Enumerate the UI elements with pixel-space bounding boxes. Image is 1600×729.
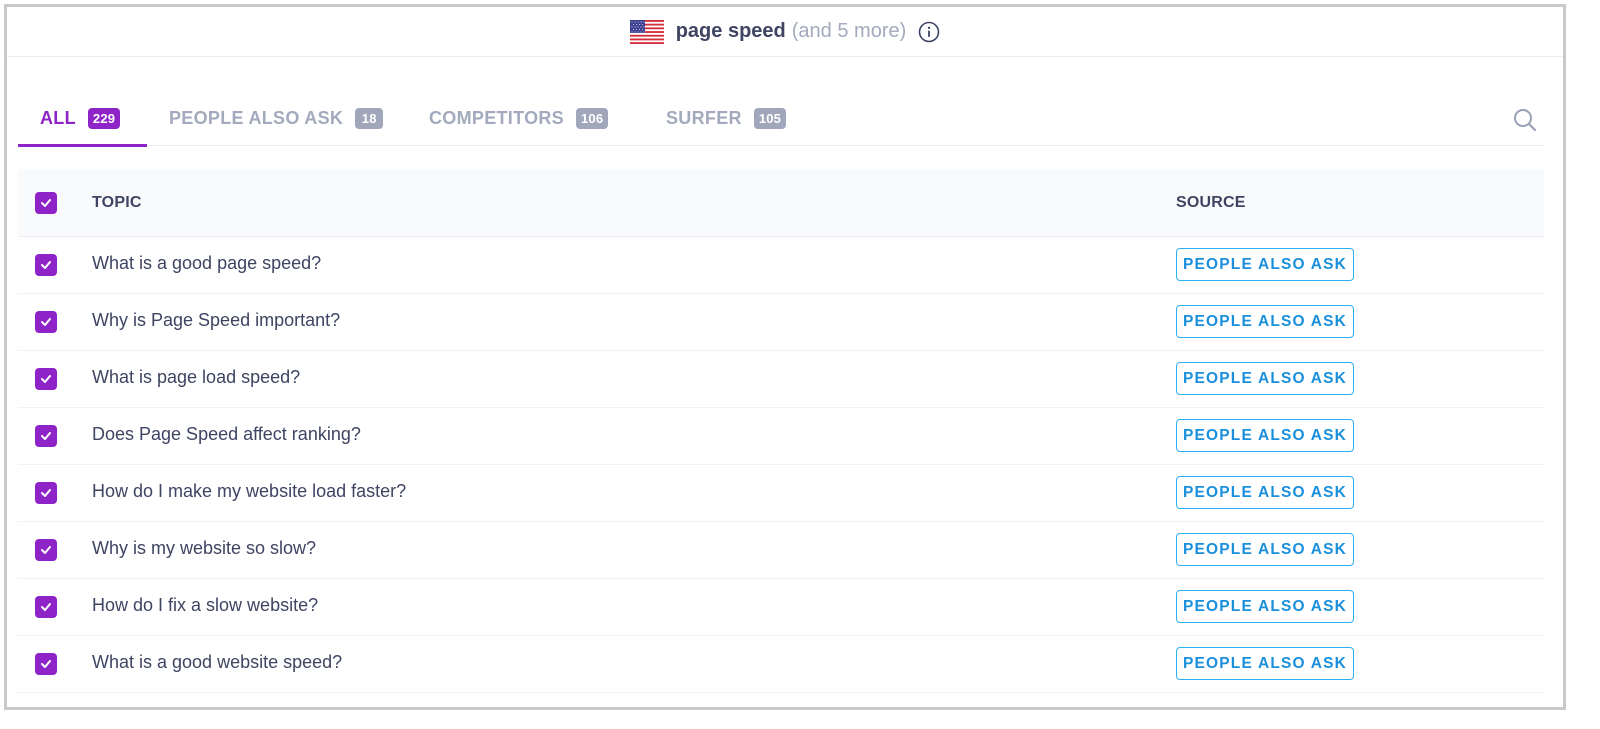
check-icon [41,432,51,440]
topic-text: What is a good website speed? [92,652,343,672]
table-row: What is a good website speed? PEOPLE ALS… [18,636,1544,693]
table-row: Why is my website so slow? PEOPLE ALSO A… [18,522,1544,579]
check-icon [41,660,51,668]
source-tag[interactable]: PEOPLE ALSO ASK [1176,362,1354,395]
row-checkbox[interactable] [35,596,57,618]
tab-label: ALL [40,108,76,128]
tab-label: COMPETITORS [429,108,564,128]
info-icon[interactable] [918,21,940,43]
row-checkbox[interactable] [35,425,57,447]
tab-bar: ALL 229 PEOPLE ALSO ASK 18 COMPETITORS 1… [18,91,1544,147]
table-row: What is page load speed? PEOPLE ALSO ASK [18,351,1544,408]
column-header-topic[interactable]: TOPIC [92,194,142,212]
tab-all[interactable]: ALL 229 [18,91,147,147]
source-tag[interactable]: PEOPLE ALSO ASK [1176,476,1354,509]
count-badge: 18 [355,108,384,129]
row-checkbox[interactable] [35,254,57,276]
check-icon [41,489,51,497]
table-row: How do I fix a slow website? PEOPLE ALSO… [18,579,1544,636]
table-body: What is a good page speed? PEOPLE ALSO A… [18,237,1544,693]
tab-competitors[interactable]: COMPETITORS 106 [429,91,609,146]
source-tag[interactable]: PEOPLE ALSO ASK [1176,419,1354,452]
topic-text: Why is Page Speed important? [92,310,341,330]
column-header-source[interactable]: SOURCE [1176,194,1246,212]
topic-text: How do I fix a slow website? [92,595,319,615]
topic-text: How do I make my website load faster? [92,481,407,501]
table-header: TOPIC SOURCE [18,169,1544,237]
row-checkbox[interactable] [35,368,57,390]
check-icon [41,603,51,611]
tab-people-also-ask[interactable]: PEOPLE ALSO ASK 18 [169,91,384,146]
more-keywords-text[interactable]: (and 5 more) [792,20,907,43]
check-icon [41,199,51,207]
source-tag[interactable]: PEOPLE ALSO ASK [1176,533,1354,566]
select-all-checkbox[interactable] [35,192,57,214]
check-icon [41,261,51,269]
keyword-header: page speed (and 5 more) [7,7,1563,57]
tab-label: PEOPLE ALSO ASK [169,108,344,128]
check-icon [41,375,51,383]
topics-table: TOPIC SOURCE What is a good page speed? … [18,169,1544,693]
count-badge: 105 [753,108,787,129]
count-badge: 106 [575,108,609,129]
row-checkbox[interactable] [35,311,57,333]
search-button[interactable] [1512,107,1538,133]
keyword-text: page speed [675,20,786,42]
search-icon [1514,109,1537,132]
table-row: Does Page Speed affect ranking? PEOPLE A… [18,408,1544,465]
row-checkbox[interactable] [35,653,57,675]
topics-panel: page speed (and 5 more) ALL 229 PEOPLE A… [4,4,1566,710]
check-icon [41,318,51,326]
tab-label: SURFER [666,108,742,128]
topic-text: What is a good page speed? [92,253,322,273]
table-row: What is a good page speed? PEOPLE ALSO A… [18,237,1544,294]
source-tag[interactable]: PEOPLE ALSO ASK [1176,305,1354,338]
source-tag[interactable]: PEOPLE ALSO ASK [1176,248,1354,281]
topic-text: Does Page Speed affect ranking? [92,424,361,444]
count-badge: 229 [87,108,121,129]
us-flag-icon [629,19,664,44]
source-tag[interactable]: PEOPLE ALSO ASK [1176,647,1354,680]
row-checkbox[interactable] [35,539,57,561]
row-checkbox[interactable] [35,482,57,504]
source-tag[interactable]: PEOPLE ALSO ASK [1176,590,1354,623]
tab-surfer[interactable]: SURFER 105 [666,91,787,146]
topic-text: What is page load speed? [92,367,301,387]
table-row: Why is Page Speed important? PEOPLE ALSO… [18,294,1544,351]
check-icon [41,546,51,554]
topic-text: Why is my website so slow? [92,538,317,558]
table-row: How do I make my website load faster? PE… [18,465,1544,522]
